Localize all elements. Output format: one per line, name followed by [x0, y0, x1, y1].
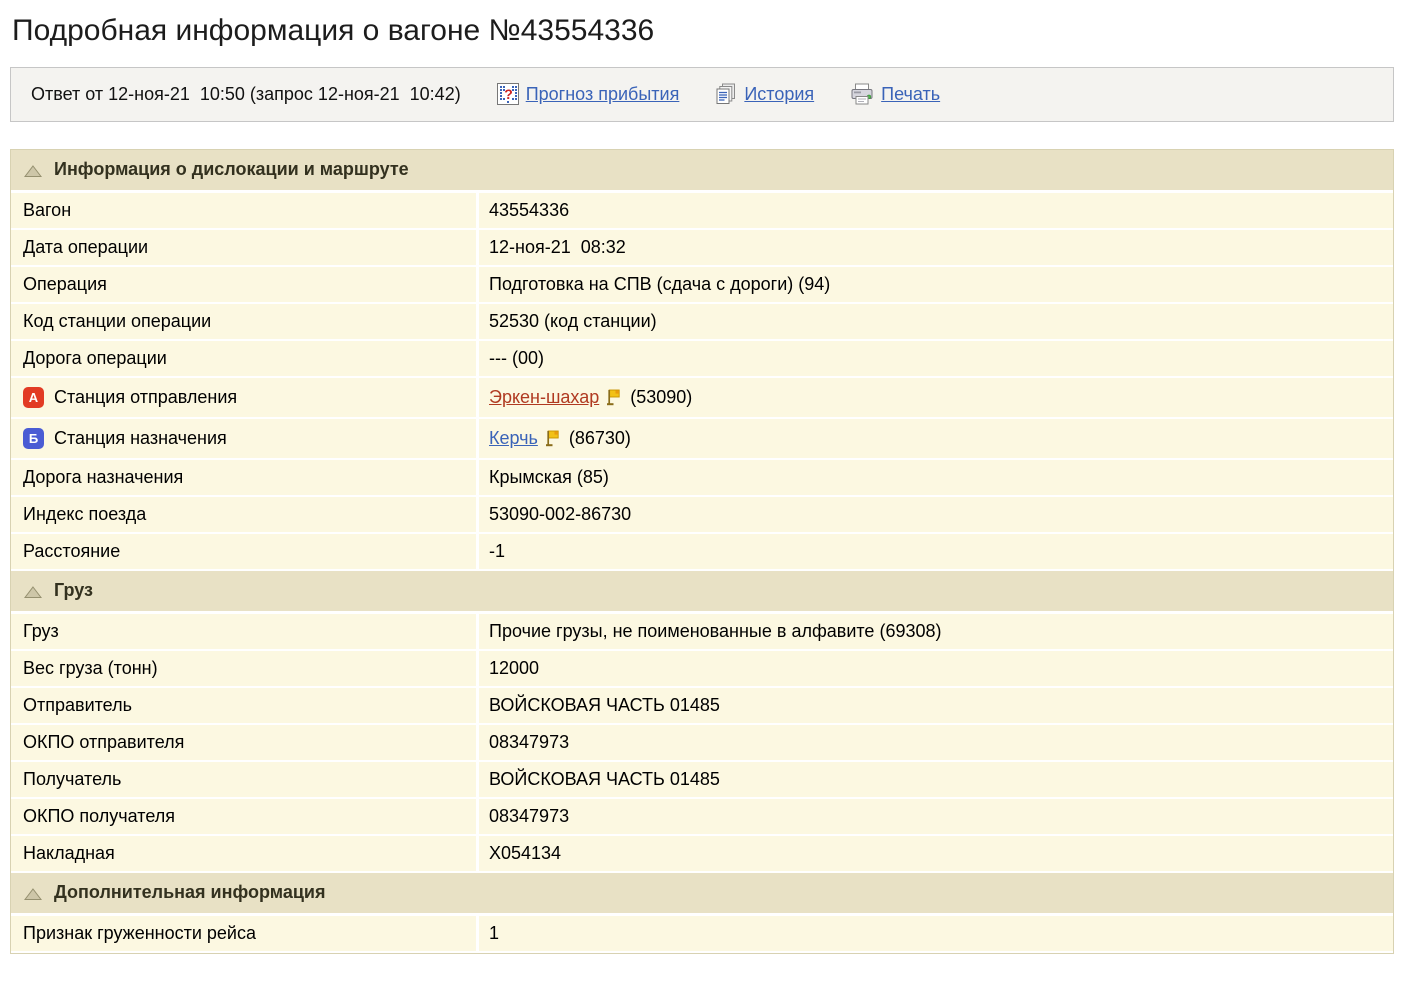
print-icon[interactable] — [850, 83, 874, 105]
destination-station-link[interactable]: Керчь — [489, 428, 538, 449]
row-value: 43554336 — [479, 193, 1393, 228]
row-label: ОКПО отправителя — [11, 725, 479, 760]
station-flag-icon[interactable] — [546, 430, 561, 447]
table-row-wagon: Вагон 43554336 — [11, 193, 1393, 230]
row-value: Керчь (86730) — [479, 419, 1393, 458]
table-row-operation: Операция Подготовка на СПВ (сдача с доро… — [11, 267, 1393, 304]
history-link[interactable]: История — [744, 84, 814, 105]
table-row-sender-okpo: ОКПО отправителя 08347973 — [11, 725, 1393, 762]
departure-station-link[interactable]: Эркен-шахар — [489, 387, 599, 408]
row-label: Получатель — [11, 762, 479, 797]
table-row-receiver: Получатель ВОЙСКОВАЯ ЧАСТЬ 01485 — [11, 762, 1393, 799]
station-flag-icon[interactable] — [607, 389, 622, 406]
row-label: ОКПО получателя — [11, 799, 479, 834]
row-label: Груз — [11, 614, 479, 649]
collapse-triangle-icon[interactable] — [24, 887, 42, 901]
row-value: 1 — [479, 916, 1393, 951]
row-value: Х054134 — [479, 836, 1393, 871]
table-row-loaded-flag: Признак груженности рейса 1 — [11, 916, 1393, 953]
collapse-triangle-icon[interactable] — [24, 585, 42, 599]
row-label: А Станция отправления — [11, 378, 479, 417]
row-label: Дорога назначения — [11, 460, 479, 495]
section-header-cargo[interactable]: Груз — [11, 571, 1393, 614]
table-row-train-index: Индекс поезда 53090-002-86730 — [11, 497, 1393, 534]
row-label: Дата операции — [11, 230, 479, 265]
table-row-sender: Отправитель ВОЙСКОВАЯ ЧАСТЬ 01485 — [11, 688, 1393, 725]
row-value: 08347973 — [479, 799, 1393, 834]
table-row-cargo-weight: Вес груза (тонн) 12000 — [11, 651, 1393, 688]
table-row-waybill: Накладная Х054134 — [11, 836, 1393, 873]
row-label: Накладная — [11, 836, 479, 871]
history-icon[interactable] — [715, 83, 737, 105]
row-value: 52530 (код станции) — [479, 304, 1393, 339]
row-value: Прочие грузы, не поименованные в алфавит… — [479, 614, 1393, 649]
row-value: ВОЙСКОВАЯ ЧАСТЬ 01485 — [479, 688, 1393, 723]
wagon-info-table: Информация о дислокации и маршруте Вагон… — [10, 149, 1394, 954]
row-label: Индекс поезда — [11, 497, 479, 532]
page-title: Подробная информация о вагоне №43554336 — [12, 12, 1394, 50]
table-row-destination-road: Дорога назначения Крымская (85) — [11, 460, 1393, 497]
table-row-receiver-okpo: ОКПО получателя 08347973 — [11, 799, 1393, 836]
response-timestamp: Ответ от 12-ноя-21 10:50 (запрос 12-ноя-… — [31, 84, 461, 105]
print-link-group: Печать — [850, 83, 940, 105]
table-row-distance: Расстояние -1 — [11, 534, 1393, 571]
table-row-cargo: Груз Прочие грузы, не поименованные в ал… — [11, 614, 1393, 651]
row-value: 53090-002-86730 — [479, 497, 1393, 532]
row-value: 08347973 — [479, 725, 1393, 760]
arrival-forecast-icon[interactable] — [497, 83, 519, 105]
row-label: Отправитель — [11, 688, 479, 723]
station-code: (53090) — [630, 387, 692, 408]
row-value: 12000 — [479, 651, 1393, 686]
section-header-dislocation[interactable]: Информация о дислокации и маршруте — [11, 150, 1393, 193]
history-link-group: История — [715, 83, 814, 105]
row-value: -1 — [479, 534, 1393, 569]
row-label: Дорога операции — [11, 341, 479, 376]
table-row-destination-station: Б Станция назначения Керчь (86730) — [11, 419, 1393, 460]
toolbar: Ответ от 12-ноя-21 10:50 (запрос 12-ноя-… — [10, 67, 1394, 122]
collapse-triangle-icon[interactable] — [24, 164, 42, 178]
section-title: Груз — [54, 580, 93, 601]
table-row-operation-station-code: Код станции операции 52530 (код станции) — [11, 304, 1393, 341]
wagon-detail-page: Подробная информация о вагоне №43554336 … — [0, 0, 1404, 954]
row-value: 12-ноя-21 08:32 — [479, 230, 1393, 265]
section-title: Дополнительная информация — [54, 882, 325, 903]
route-point-a-icon: А — [23, 387, 44, 408]
section-header-additional[interactable]: Дополнительная информация — [11, 873, 1393, 916]
arrival-forecast-link[interactable]: Прогноз прибытия — [526, 84, 680, 105]
row-label: Операция — [11, 267, 479, 302]
section-title: Информация о дислокации и маршруте — [54, 159, 409, 180]
forecast-link-group: Прогноз прибытия — [497, 83, 680, 105]
row-label: Признак груженности рейса — [11, 916, 479, 951]
print-link[interactable]: Печать — [881, 84, 940, 105]
station-code: (86730) — [569, 428, 631, 449]
row-label: Код станции операции — [11, 304, 479, 339]
table-row-operation-road: Дорога операции --- (00) — [11, 341, 1393, 378]
row-label: Расстояние — [11, 534, 479, 569]
row-value: Крымская (85) — [479, 460, 1393, 495]
table-row-departure-station: А Станция отправления Эркен-шахар (53090… — [11, 378, 1393, 419]
table-row-operation-date: Дата операции 12-ноя-21 08:32 — [11, 230, 1393, 267]
row-label: Вес груза (тонн) — [11, 651, 479, 686]
row-value: --- (00) — [479, 341, 1393, 376]
row-value: Подготовка на СПВ (сдача с дороги) (94) — [479, 267, 1393, 302]
row-label: Б Станция назначения — [11, 419, 479, 458]
row-value: ВОЙСКОВАЯ ЧАСТЬ 01485 — [479, 762, 1393, 797]
row-value: Эркен-шахар (53090) — [479, 378, 1393, 417]
row-label: Вагон — [11, 193, 479, 228]
route-point-b-icon: Б — [23, 428, 44, 449]
